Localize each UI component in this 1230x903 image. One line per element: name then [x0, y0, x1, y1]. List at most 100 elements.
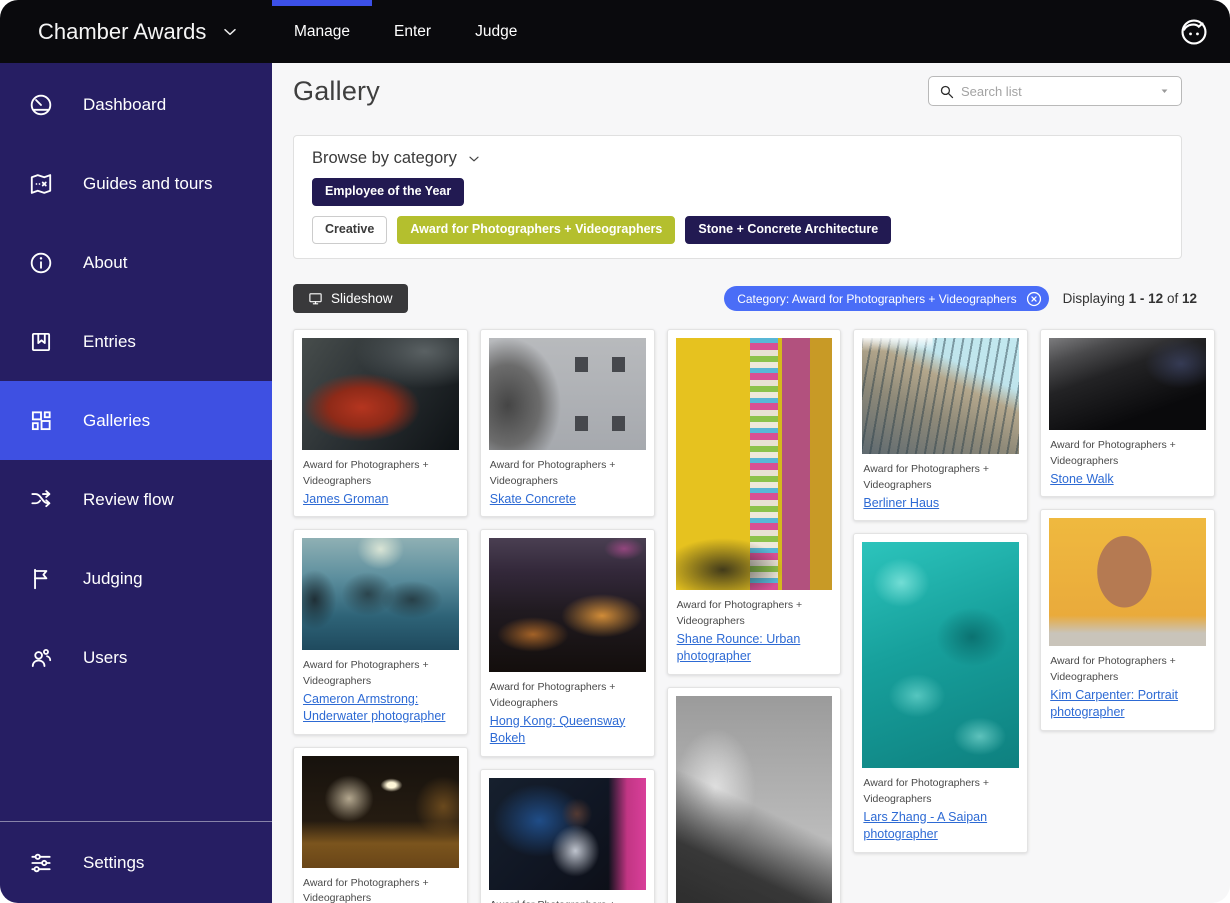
- gallery-card: Award for Photographers + VideographersS…: [480, 329, 655, 517]
- card-category-label: Award for Photographers + Videographers: [303, 458, 458, 490]
- remove-filter-button[interactable]: [1025, 290, 1043, 308]
- card-category-label: Award for Photographers + Videographers: [863, 776, 1018, 808]
- sidebar-item-about[interactable]: About: [0, 223, 272, 302]
- brand-title: Chamber Awards: [38, 19, 206, 45]
- settings-sliders-icon: [28, 850, 54, 876]
- gallery-card: Award for Photographers + VideographersB…: [853, 329, 1028, 521]
- entry-link[interactable]: Cameron Armstrong: Underwater photograph…: [303, 691, 458, 726]
- sidebar-nav: Dashboard Guides and tours About Entries Gal…: [0, 65, 272, 697]
- card-category-label: Award for Photographers + Videographers: [490, 458, 645, 490]
- sidebar-item-label: Dashboard: [83, 95, 166, 115]
- topnav-judge[interactable]: Judge: [453, 0, 539, 63]
- sidebar-item-entries[interactable]: Entries: [0, 302, 272, 381]
- sidebar-item-judging[interactable]: Judging: [0, 539, 272, 618]
- guides-map-icon: [28, 171, 54, 197]
- sidebar-item-label: Settings: [83, 853, 144, 873]
- main-content: Gallery Browse by category Employee of t…: [272, 63, 1230, 903]
- sidebar-item-label: Users: [83, 648, 127, 668]
- gallery-column: Award for Photographers + VideographersS…: [480, 329, 655, 903]
- users-icon: [28, 645, 54, 671]
- gallery-card: [667, 687, 842, 903]
- sidebar-item-settings[interactable]: Settings: [0, 821, 272, 903]
- sidebar: Dashboard Guides and tours About Entries Gal…: [0, 63, 272, 903]
- chevron-down-icon: [466, 151, 482, 167]
- top-bar: Chamber Awards ManageEnterJudge: [0, 0, 1230, 63]
- entries-bookmark-icon: [28, 329, 54, 355]
- user-avatar-button[interactable]: [1178, 16, 1210, 48]
- sidebar-item-label: Review flow: [83, 490, 174, 510]
- entry-link[interactable]: Shane Rounce: Urban photographer: [677, 631, 832, 666]
- category-chip-employee-of-the-year[interactable]: Employee of the Year: [312, 178, 464, 206]
- entry-link[interactable]: Kim Carpenter: Portrait photographer: [1050, 687, 1205, 722]
- browse-title: Browse by category: [312, 149, 457, 168]
- entry-link[interactable]: James Groman: [303, 491, 388, 509]
- top-nav: ManageEnterJudge: [272, 0, 539, 63]
- entry-link[interactable]: Hong Kong: Queensway Bokeh: [490, 713, 645, 748]
- sidebar-item-users[interactable]: Users: [0, 618, 272, 697]
- category-chip-row: Employee of the Year: [312, 178, 1163, 206]
- photo-concrete-building[interactable]: [489, 338, 646, 450]
- slideshow-button[interactable]: Slideshow: [293, 284, 408, 313]
- gallery-card: Award for Photographers + VideographersH…: [480, 529, 655, 757]
- sidebar-item-dashboard[interactable]: Dashboard: [0, 65, 272, 144]
- galleries-layout-icon: [28, 408, 54, 434]
- displaying-prefix: Displaying: [1063, 291, 1125, 306]
- gallery-column: Award for Photographers + VideographersJ…: [293, 329, 468, 903]
- chevron-down-icon: [220, 22, 240, 42]
- card-category-label: Award for Photographers + Videographers: [303, 658, 458, 690]
- card-category-label: Award for Photographers + Videographers: [490, 898, 645, 903]
- close-icon: [1025, 290, 1043, 308]
- photo-portrait-orange[interactable]: [1049, 518, 1206, 646]
- entry-link[interactable]: Berliner Haus: [863, 495, 939, 513]
- category-chip-stone-concrete-architecture[interactable]: Stone + Concrete Architecture: [685, 216, 891, 244]
- gallery-card: Award for Photographers + VideographersS…: [667, 329, 842, 675]
- photo-hongkong-street[interactable]: [489, 538, 646, 672]
- category-chip-award-for-photographers-videographers[interactable]: Award for Photographers + Videographers: [397, 216, 675, 244]
- app-switcher[interactable]: Chamber Awards: [0, 19, 272, 45]
- displaying-range: 1 - 12: [1129, 291, 1164, 306]
- photo-stone-walk[interactable]: [1049, 338, 1206, 430]
- photo-pantheon-night[interactable]: [302, 756, 459, 868]
- photo-eiffel-tower[interactable]: [676, 696, 833, 903]
- photo-vintage-car[interactable]: [302, 338, 459, 450]
- topnav-enter[interactable]: Enter: [372, 0, 453, 63]
- sidebar-item-label: Judging: [83, 569, 143, 589]
- search-dropdown-caret-icon[interactable]: [1156, 84, 1173, 98]
- info-icon: [28, 250, 54, 276]
- card-category-label: Award for Photographers + Videographers: [303, 876, 458, 903]
- filter-pill-label: Category: Award for Photographers + Vide…: [737, 292, 1016, 306]
- face-avatar-icon: [1178, 16, 1210, 48]
- photo-teal-water[interactable]: [862, 542, 1019, 768]
- search-input[interactable]: [955, 84, 1156, 99]
- photo-underwater[interactable]: [302, 538, 459, 650]
- photo-neon-portrait[interactable]: [489, 778, 646, 890]
- gallery-card: Award for Photographers + VideographersJ…: [480, 769, 655, 903]
- dashboard-icon: [28, 92, 54, 118]
- card-category-label: Award for Photographers + Videographers: [677, 598, 832, 630]
- gallery-column: Award for Photographers + VideographersB…: [853, 329, 1028, 903]
- browse-panel: Browse by category Employee of the Year …: [293, 135, 1182, 259]
- entry-link[interactable]: Stone Walk: [1050, 471, 1113, 489]
- search-combobox[interactable]: [928, 76, 1182, 106]
- gallery-grid: Award for Photographers + VideographersJ…: [293, 329, 1215, 903]
- gallery-column: Award for Photographers + VideographersS…: [1040, 329, 1215, 903]
- card-category-label: Award for Photographers + Videographers: [490, 680, 645, 712]
- category-chip-creative[interactable]: Creative: [312, 216, 387, 244]
- entry-link[interactable]: Skate Concrete: [490, 491, 576, 509]
- category-chip-row: Creative Award for Photographers + Videog…: [312, 216, 1163, 244]
- photo-urban-yellow[interactable]: [676, 338, 833, 590]
- card-category-label: Award for Photographers + Videographers: [863, 462, 1018, 494]
- sidebar-item-review-flow[interactable]: Review flow: [0, 460, 272, 539]
- sidebar-item-guides-and-tours[interactable]: Guides and tours: [0, 144, 272, 223]
- browse-by-category-toggle[interactable]: Browse by category: [312, 149, 482, 168]
- entry-link[interactable]: Lars Zhang - A Saipan photographer: [863, 809, 1018, 844]
- gallery-card: Award for Photographers + VideographersC…: [293, 529, 468, 735]
- sidebar-item-label: Galleries: [83, 411, 150, 431]
- sidebar-item-galleries[interactable]: Galleries: [0, 381, 272, 460]
- card-category-label: Award for Photographers + Videographers: [1050, 438, 1205, 470]
- gallery-card: Award for Photographers + VideographersS…: [1040, 329, 1215, 497]
- sidebar-item-label: About: [83, 253, 127, 273]
- app-window: Chamber Awards ManageEnterJudge Dashboar…: [0, 0, 1230, 903]
- photo-berliner-haus[interactable]: [862, 338, 1019, 454]
- topnav-manage[interactable]: Manage: [272, 0, 372, 63]
